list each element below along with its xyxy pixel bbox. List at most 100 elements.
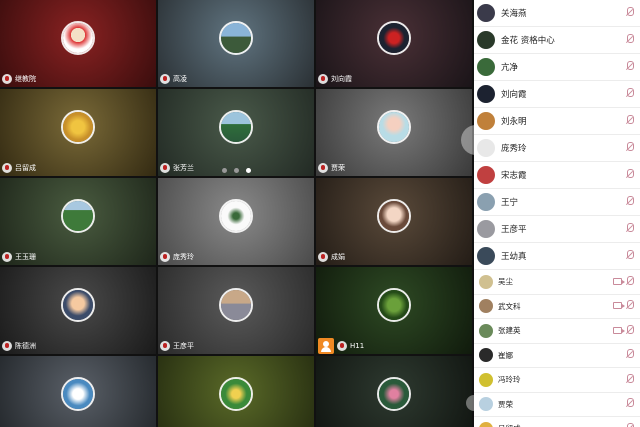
- participant-list[interactable]: 关海燕金花 资格中心亢净 刘向霞 刘永明庞秀玲宋志霞 王宁王彦平王幼真吴尘武文科张建英…: [474, 0, 640, 427]
- participant-name: 张建英: [498, 326, 521, 336]
- participant-avatar: [477, 112, 495, 130]
- microphone-muted-icon[interactable]: [625, 275, 634, 288]
- participant-name-tag: 高凌: [160, 72, 187, 85]
- microphone-muted-icon[interactable]: [625, 373, 634, 386]
- participant-name-tag: 王彦平: [160, 339, 194, 352]
- participant-row[interactable]: 崔娜: [474, 344, 640, 368]
- microphone-muted-icon[interactable]: [625, 88, 634, 100]
- participant-row[interactable]: 贾荣: [474, 393, 640, 417]
- video-tile[interactable]: [158, 356, 314, 427]
- microphone-muted-icon[interactable]: [625, 61, 634, 73]
- microphone-muted-icon[interactable]: [625, 349, 634, 361]
- microphone-muted-icon[interactable]: [625, 7, 634, 19]
- participant-row[interactable]: 关海燕: [474, 0, 640, 27]
- avatar: [377, 21, 411, 56]
- avatar: [377, 377, 411, 412]
- participant-name: 庞秀玲: [173, 252, 194, 261]
- participant-name: 吴尘: [498, 277, 513, 287]
- video-tile[interactable]: 王彦平: [158, 267, 314, 354]
- microphone-muted-icon[interactable]: [625, 142, 634, 154]
- participant-row[interactable]: 王彦平: [474, 216, 640, 243]
- video-tile[interactable]: [316, 356, 472, 427]
- participant-row[interactable]: 庞秀玲: [474, 135, 640, 162]
- avatar: [377, 199, 411, 234]
- participant-avatar: [479, 299, 493, 314]
- page-dot[interactable]: [246, 168, 251, 173]
- participant-row[interactable]: 吕留成: [474, 417, 640, 427]
- participant-name: 金花 资格中心: [501, 36, 555, 46]
- participant-row[interactable]: 王幼真: [474, 243, 640, 270]
- video-grid: 继教院 高凌 刘向霞吕留成 张芳兰 贾荣王玉珊 庞秀玲 成娟陈德洲 王彦平 H11: [0, 0, 474, 427]
- video-tile[interactable]: 王玉珊: [0, 178, 156, 265]
- participant-row[interactable]: 刘向霞: [474, 81, 640, 108]
- microphone-icon: [318, 251, 328, 262]
- participant-avatar: [479, 323, 493, 338]
- microphone-muted-icon[interactable]: [625, 196, 634, 208]
- video-tile[interactable]: 庞秀玲: [158, 178, 314, 265]
- participant-name: 庞秀玲: [501, 144, 527, 154]
- participant-name-tag: 陈德洲: [2, 339, 36, 352]
- avatar: [219, 110, 253, 145]
- participant-row[interactable]: 金花 资格中心: [474, 27, 640, 54]
- avatar: [377, 110, 411, 145]
- participant-name: 贾荣: [498, 399, 513, 409]
- video-tile[interactable]: 吕留成: [0, 89, 156, 176]
- participant-avatar: [479, 397, 493, 412]
- microphone-icon: [2, 73, 12, 84]
- video-tile[interactable]: 高凌: [158, 0, 314, 87]
- page-indicator[interactable]: [222, 168, 251, 173]
- video-tile[interactable]: 刘向霞: [316, 0, 472, 87]
- camera-off-icon[interactable]: [613, 277, 625, 285]
- camera-off-icon[interactable]: [613, 326, 625, 334]
- participant-row[interactable]: 武文科: [474, 295, 640, 319]
- microphone-muted-icon[interactable]: [625, 169, 634, 181]
- participant-row[interactable]: 亢净: [474, 54, 640, 81]
- participant-name: 张芳兰: [173, 163, 194, 172]
- participant-name: 高凌: [173, 74, 187, 83]
- participant-name: H11: [350, 341, 365, 350]
- participant-name: 刘向霞: [331, 74, 352, 83]
- microphone-icon: [318, 162, 328, 173]
- avatar: [61, 21, 95, 56]
- participant-name: 王彦平: [501, 225, 527, 235]
- avatar: [219, 21, 253, 56]
- participant-avatar: [477, 247, 495, 265]
- avatar: [219, 199, 253, 234]
- participant-row[interactable]: 吴尘: [474, 270, 640, 295]
- page-dot[interactable]: [222, 168, 227, 173]
- microphone-muted-icon[interactable]: [625, 324, 634, 337]
- video-tile[interactable]: 贾荣: [316, 89, 472, 176]
- video-tile[interactable]: 继教院: [0, 0, 156, 87]
- microphone-muted-icon[interactable]: [625, 422, 634, 427]
- participant-name-tag: 刘向霞: [318, 72, 352, 85]
- page-dot[interactable]: [234, 168, 239, 173]
- microphone-muted-icon[interactable]: [625, 300, 634, 312]
- avatar: [377, 288, 411, 323]
- participant-name: 武文科: [498, 301, 521, 311]
- video-tile[interactable]: 张芳兰: [158, 89, 314, 176]
- video-tile[interactable]: H11: [316, 267, 472, 354]
- avatar: [61, 199, 95, 234]
- microphone-muted-icon[interactable]: [625, 34, 634, 46]
- microphone-muted-icon[interactable]: [625, 115, 634, 127]
- participant-row[interactable]: 冯玲玲: [474, 368, 640, 393]
- microphone-muted-icon[interactable]: [625, 398, 634, 410]
- avatar: [219, 288, 253, 323]
- participant-avatar: [477, 58, 495, 76]
- video-tile[interactable]: 成娟: [316, 178, 472, 265]
- participant-avatar: [477, 31, 495, 49]
- video-tile[interactable]: 陈德洲: [0, 267, 156, 354]
- video-tile[interactable]: [0, 356, 156, 427]
- participant-row[interactable]: 刘永明: [474, 108, 640, 135]
- participant-row[interactable]: 张建英: [474, 319, 640, 344]
- participant-name-tag: 王玉珊: [2, 250, 36, 263]
- participant-name-tag: 继教院: [2, 72, 36, 85]
- participant-name-tag: 庞秀玲: [160, 250, 194, 263]
- microphone-muted-icon[interactable]: [625, 250, 634, 262]
- microphone-muted-icon[interactable]: [625, 223, 634, 235]
- participant-name: 冯玲玲: [498, 375, 521, 385]
- camera-off-icon[interactable]: [613, 302, 625, 310]
- participant-avatar: [479, 372, 493, 387]
- participant-row[interactable]: 宋志霞: [474, 162, 640, 189]
- participant-row[interactable]: 王宁: [474, 189, 640, 216]
